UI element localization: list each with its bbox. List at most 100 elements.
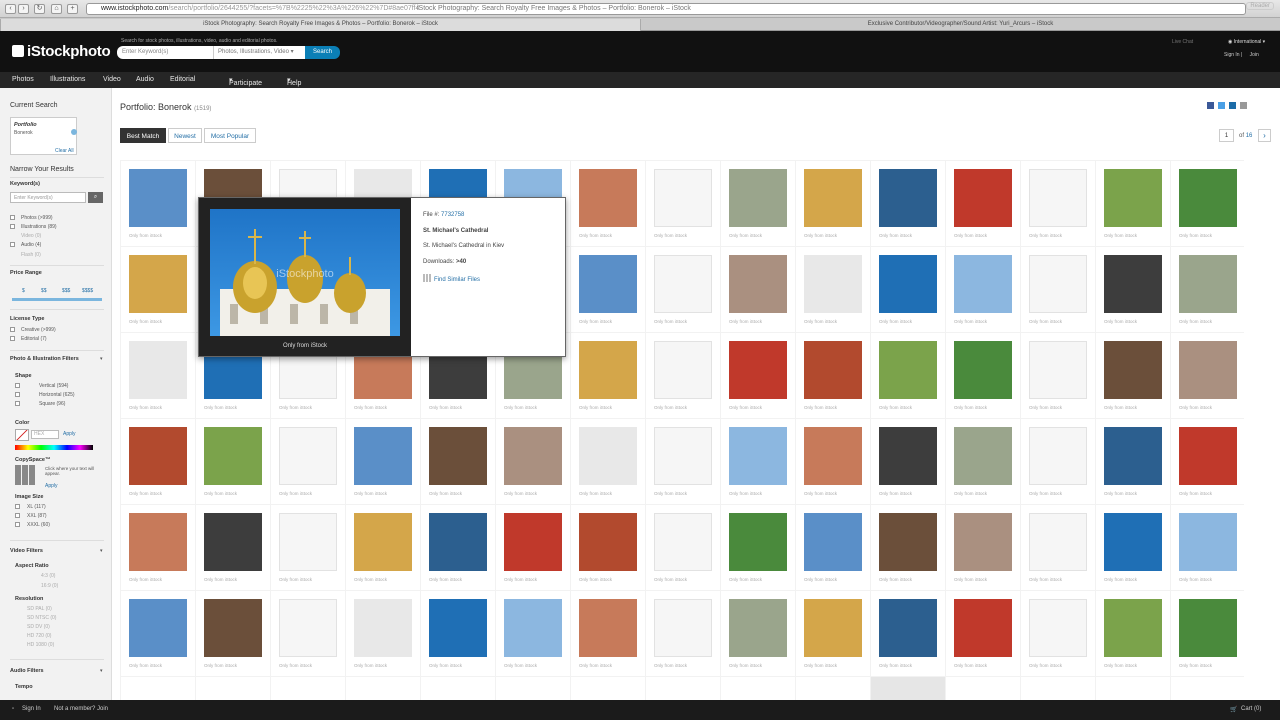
result-cell[interactable]: Only from iStock — [1021, 591, 1095, 676]
thumbnail-image[interactable] — [579, 169, 637, 227]
result-cell[interactable] — [871, 677, 945, 700]
thumbnail-image[interactable] — [1179, 255, 1237, 313]
result-cell[interactable] — [421, 677, 495, 700]
nav-help[interactable]: Help ▾ — [287, 76, 301, 87]
result-cell[interactable]: Only from iStock — [271, 591, 345, 676]
thumbnail-image[interactable] — [654, 341, 712, 399]
result-cell[interactable]: Only from iStock — [721, 505, 795, 590]
thumbnail-image[interactable] — [804, 427, 862, 485]
result-cell[interactable] — [1021, 677, 1095, 700]
search-button[interactable]: Search — [305, 46, 340, 59]
nav-audio[interactable]: Audio — [136, 76, 154, 83]
result-cell[interactable]: Only from iStock — [196, 505, 270, 590]
result-cell[interactable]: Only from iStock — [196, 419, 270, 504]
result-cell[interactable]: Only from iStock — [346, 591, 420, 676]
thumbnail-image[interactable] — [804, 513, 862, 571]
thumbnail-image[interactable] — [804, 255, 862, 313]
result-cell[interactable]: Only from iStock — [1021, 333, 1095, 418]
bottom-sign-in[interactable]: Sign In — [22, 706, 41, 712]
nav-video[interactable]: Video — [103, 76, 121, 83]
result-cell[interactable]: Only from iStock — [871, 333, 945, 418]
collapse-icon[interactable]: ▾ — [100, 548, 103, 554]
result-cell[interactable]: Only from iStock — [271, 505, 345, 590]
cathedral-preview-image[interactable]: iStockphoto — [210, 209, 400, 336]
result-cell[interactable] — [721, 677, 795, 700]
color-spectrum[interactable] — [15, 445, 93, 450]
thumbnail-image[interactable] — [354, 599, 412, 657]
copyspace-apply-link[interactable]: Apply — [45, 483, 58, 489]
thumbnail-image[interactable] — [729, 341, 787, 399]
result-cell[interactable]: Only from iStock — [571, 505, 645, 590]
result-cell[interactable]: Only from iStock — [871, 247, 945, 332]
result-cell[interactable]: Only from iStock — [721, 247, 795, 332]
reload-icon[interactable]: ↻ — [34, 4, 45, 14]
find-similar-link[interactable]: Find Similar Files — [434, 277, 480, 283]
result-cell[interactable]: Only from iStock — [496, 591, 570, 676]
result-cell[interactable]: Only from iStock — [121, 591, 195, 676]
result-cell[interactable]: Only from iStock — [421, 591, 495, 676]
result-cell[interactable]: Only from iStock — [946, 161, 1020, 246]
result-cell[interactable]: Only from iStock — [571, 161, 645, 246]
thumbnail-image[interactable] — [879, 599, 937, 657]
result-cell[interactable]: Only from iStock — [721, 419, 795, 504]
result-cell[interactable] — [946, 677, 1020, 700]
vertical-checkbox[interactable] — [15, 383, 20, 388]
thumbnail-image[interactable] — [1179, 427, 1237, 485]
thumbnail-image[interactable] — [954, 599, 1012, 657]
thumbnail-image[interactable] — [279, 513, 337, 571]
thumbnail-image[interactable] — [1104, 513, 1162, 571]
thumbnail-image[interactable] — [879, 513, 937, 571]
result-cell[interactable]: Only from iStock — [946, 333, 1020, 418]
creative-checkbox[interactable] — [10, 327, 15, 332]
thumbnail-image[interactable] — [804, 341, 862, 399]
thumbnail-image[interactable] — [1104, 255, 1162, 313]
square-checkbox[interactable] — [15, 401, 20, 406]
result-cell[interactable] — [496, 677, 570, 700]
bookmark-icon[interactable]: + — [67, 4, 78, 14]
thumbnail-image[interactable] — [729, 427, 787, 485]
result-cell[interactable]: Only from iStock — [646, 161, 720, 246]
thumbnail-image[interactable] — [879, 341, 937, 399]
thumbnail-image[interactable] — [804, 169, 862, 227]
horizontal-checkbox[interactable] — [15, 392, 20, 397]
nav-illustrations[interactable]: Illustrations — [50, 76, 85, 83]
price-2[interactable]: $$ — [41, 288, 47, 294]
result-cell[interactable]: Only from iStock — [121, 505, 195, 590]
thumbnail-image[interactable] — [1029, 513, 1087, 571]
price-3[interactable]: $$$ — [62, 288, 70, 294]
result-cell[interactable] — [1171, 677, 1245, 700]
back-icon[interactable]: ‹ — [5, 4, 16, 14]
thumbnail-image[interactable] — [954, 255, 1012, 313]
thumbnail-image[interactable] — [1029, 427, 1087, 485]
thumbnail-image[interactable] — [129, 169, 187, 227]
result-cell[interactable]: Only from iStock — [646, 505, 720, 590]
thumbnail-image[interactable] — [1179, 169, 1237, 227]
tab-yuri-arcurs[interactable]: Exclusive Contributor/Videographer/Sound… — [640, 19, 1280, 31]
thumbnail-image[interactable] — [729, 599, 787, 657]
result-cell[interactable]: Only from iStock — [1171, 419, 1245, 504]
result-cell[interactable]: Only from iStock — [646, 247, 720, 332]
price-4[interactable]: $$$$ — [82, 288, 93, 294]
result-cell[interactable]: Only from iStock — [796, 333, 870, 418]
result-cell[interactable]: Only from iStock — [1096, 161, 1170, 246]
xxxl-checkbox[interactable] — [15, 522, 20, 527]
result-cell[interactable]: Only from iStock — [1171, 591, 1245, 676]
thumbnail-image[interactable] — [129, 427, 187, 485]
result-cell[interactable]: Only from iStock — [1021, 161, 1095, 246]
thumbnail-image[interactable] — [429, 427, 487, 485]
copyspace-grid-icon[interactable] — [15, 465, 35, 485]
linkedin-icon[interactable] — [1229, 102, 1236, 109]
result-cell[interactable]: Only from iStock — [721, 591, 795, 676]
result-cell[interactable]: Only from iStock — [796, 591, 870, 676]
thumbnail-image[interactable] — [354, 513, 412, 571]
thumbnail-image[interactable] — [1104, 427, 1162, 485]
twitter-icon[interactable] — [1218, 102, 1225, 109]
result-cell[interactable]: Only from iStock — [946, 419, 1020, 504]
tab-istock-search[interactable]: iStock Photography: Search Royalty Free … — [0, 19, 640, 31]
result-cell[interactable]: Only from iStock — [571, 247, 645, 332]
result-cell[interactable]: Only from iStock — [496, 419, 570, 504]
result-cell[interactable]: Only from iStock — [646, 419, 720, 504]
thumbnail-image[interactable] — [804, 599, 862, 657]
color-swatch-icon[interactable] — [15, 429, 29, 441]
result-cell[interactable]: Only from iStock — [1096, 333, 1170, 418]
